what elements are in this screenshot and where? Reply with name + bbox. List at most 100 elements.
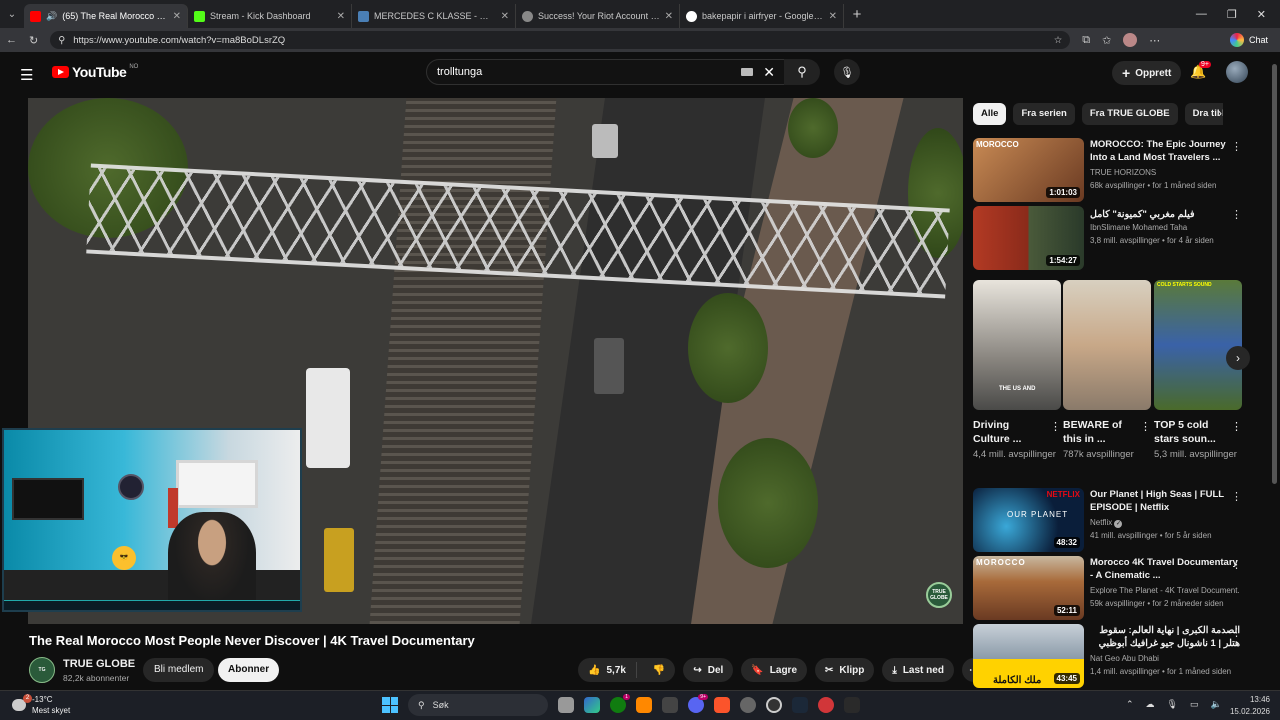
recommendation-item[interactable]: ملك الكاملة 43:45 الصدمة الكبرى | نهاية … [973,624,1268,690]
chip-series[interactable]: Fra serien [1013,103,1075,125]
close-tab-icon[interactable]: ✕ [829,11,837,22]
recommendation-item[interactable]: MOROCCO 52:11 Morocco 4K Travel Document… [973,556,1268,622]
tab-riot[interactable]: Success! Your Riot Account is now ✕ [516,4,680,28]
more-vert-icon[interactable]: ⋮ [1050,420,1061,433]
download-button[interactable]: ⤓ Last ned [882,658,954,682]
chip-channel[interactable]: Fra TRUE GLOBE [1081,103,1178,125]
obs-icon[interactable] [766,697,782,713]
short-title[interactable]: BEWARE of this in ... [1063,418,1133,446]
more-vert-icon[interactable]: ⋮ [1231,208,1242,221]
create-button[interactable]: + Opprett [1112,61,1182,85]
more-vert-icon[interactable]: ⋮ [1231,626,1242,639]
recommendation-item[interactable]: NETFLIX OUR PLANET 48:32 Our Planet | Hi… [973,488,1268,554]
minimize-icon[interactable]: — [1196,8,1207,21]
xbox-icon[interactable]: 1 [610,694,630,713]
recommendation-title[interactable]: فيلم مغربي "كميونة" كامل [1090,208,1240,221]
subscribe-button[interactable]: Abonner [218,658,280,682]
taskbar-clock[interactable]: 13:46 15.02.2026 [1226,694,1270,718]
more-vert-icon[interactable]: ⋮ [1231,140,1242,153]
settings-icon[interactable] [740,697,756,713]
share-button[interactable]: ↪ Del [683,658,734,682]
youtube-logo[interactable]: YouTube NO [52,64,138,80]
channel-name[interactable]: TRUE GLOBE [63,658,135,670]
tab-mercedes[interactable]: MERCEDES C KLASSE - W204 - AM ✕ [352,4,516,28]
video-thumbnail[interactable]: NETFLIX OUR PLANET 48:32 [973,488,1084,552]
join-member-button[interactable]: Bli medlem [143,658,215,682]
short-thumbnail[interactable]: THE US AND [973,280,1061,410]
copilot-chat-button[interactable]: Chat [1229,33,1274,47]
video-thumbnail[interactable]: 1:54:27 [973,206,1084,270]
discord-icon[interactable]: 9+ [688,694,708,713]
video-thumbnail[interactable]: ملك الكاملة 43:45 [973,624,1084,688]
tab-google[interactable]: bakepapir i airfryer - Google Search ✕ [680,4,844,28]
back-icon[interactable]: ← [6,34,17,46]
recommendation-title[interactable]: MOROCCO: The Epic Journey Into a Land Mo… [1090,138,1240,164]
url-field[interactable]: ⚲ https://www.youtube.com/watch?v=ma8BoD… [50,31,1071,49]
save-button[interactable]: 🔖 Lagre [741,658,808,682]
file-explorer-icon[interactable] [558,697,574,713]
short-item[interactable]: BEWARE of this in ... 787k avspillinger … [1063,280,1151,461]
like-button[interactable]: 👍 5,7k [578,662,637,678]
tab-kick[interactable]: Stream - Kick Dashboard ✕ [188,4,352,28]
more-menu-icon[interactable]: ⋯ [1149,34,1160,47]
recommendation-title[interactable]: Our Planet | High Seas | FULL EPISODE | … [1090,488,1240,514]
recommendation-item[interactable]: 1:54:27 فيلم مغربي "كميونة" كامل IbnSlim… [973,206,1268,272]
channel-watermark[interactable]: TRUE GLOBE [926,582,952,608]
menu-icon[interactable]: ☰ [20,66,33,84]
maximize-icon[interactable]: ❐ [1227,8,1237,21]
short-item[interactable]: THE US AND Driving Culture ... 4,4 mill.… [973,280,1061,461]
new-tab-button[interactable]: + [844,6,870,23]
taskbar-search[interactable]: ⚲ Søk [408,694,548,716]
close-tab-icon[interactable]: ✕ [501,11,509,22]
more-vert-icon[interactable]: ⋮ [1231,490,1242,503]
reload-icon[interactable]: ↻ [29,34,38,47]
close-tab-icon[interactable]: ✕ [173,11,181,22]
short-title[interactable]: TOP 5 cold stars soun... [1154,418,1224,446]
video-thumbnail[interactable]: MOROCCO 52:11 [973,556,1084,620]
weather-widget[interactable]: 2 -13°C Mest skyet [12,694,70,716]
voice-search-button[interactable]: 🎙 [834,59,860,85]
search-input[interactable]: trolltunga ✕ [426,59,786,85]
site-info-icon[interactable]: ⚲ [58,35,65,46]
close-tab-icon[interactable]: ✕ [665,11,673,22]
network-icon[interactable]: ▭ [1190,699,1199,710]
close-window-icon[interactable]: ✕ [1257,8,1266,21]
speaker-icon[interactable]: 🔊 [46,11,57,22]
riot-client-icon[interactable] [818,697,834,713]
brave-icon[interactable] [714,697,730,713]
clear-search-icon[interactable]: ✕ [763,64,775,81]
short-item[interactable]: COLD STARTS SOUND TOP 5 cold stars soun.… [1154,280,1242,461]
recommendation-title[interactable]: Morocco 4K Travel Documentary - A Cinema… [1090,556,1240,582]
channel-avatar[interactable]: TG [29,657,55,683]
avatar[interactable] [1226,61,1248,83]
close-tab-icon[interactable]: ✕ [337,11,345,22]
chevron-up-icon[interactable]: ⌃ [1126,699,1134,710]
dislike-button[interactable]: 👎 [643,665,675,676]
more-vert-icon[interactable]: ⋮ [1231,420,1242,433]
tab-youtube[interactable]: 🔊 (65) The Real Morocco Most P ✕ [24,4,188,28]
sync-icon[interactable]: ☁ [1146,699,1155,710]
page-scrollbar[interactable] [1270,52,1280,686]
short-title[interactable]: Driving Culture ... [973,418,1043,446]
favorite-star-icon[interactable]: ☆ [1054,35,1063,46]
store-icon[interactable] [662,697,678,713]
keyboard-icon[interactable] [741,68,754,76]
shorts-next-button[interactable]: › [1226,346,1250,370]
tab-list-icon[interactable]: ⌄ [0,2,24,26]
clip-button[interactable]: ✂ Klipp [815,658,875,682]
recommendation-item[interactable]: MOROCCO 1:01:03 MOROCCO: The Epic Journe… [973,138,1268,204]
microphone-icon[interactable]: 🎙 [1167,699,1178,710]
profile-icon[interactable] [1123,33,1138,47]
chip-all[interactable]: Alle [973,103,1007,125]
favorites-icon[interactable]: ✩ [1102,34,1111,47]
more-vert-icon[interactable]: ⋮ [1140,420,1151,433]
recommendation-title[interactable]: الصدمة الكبرى | نهاية العالم: سقوط هتلر … [1090,624,1240,650]
extensions-icon[interactable]: ⧉ [1082,34,1090,47]
chevron-right-icon[interactable]: › [1218,106,1222,120]
edge-browser-icon[interactable] [584,697,600,713]
video-thumbnail[interactable]: MOROCCO 1:01:03 [973,138,1084,202]
vlc-icon[interactable] [636,697,652,713]
search-button[interactable]: ⚲ [784,59,820,85]
windows-start-icon[interactable] [382,697,398,713]
epic-games-icon[interactable] [844,697,860,713]
